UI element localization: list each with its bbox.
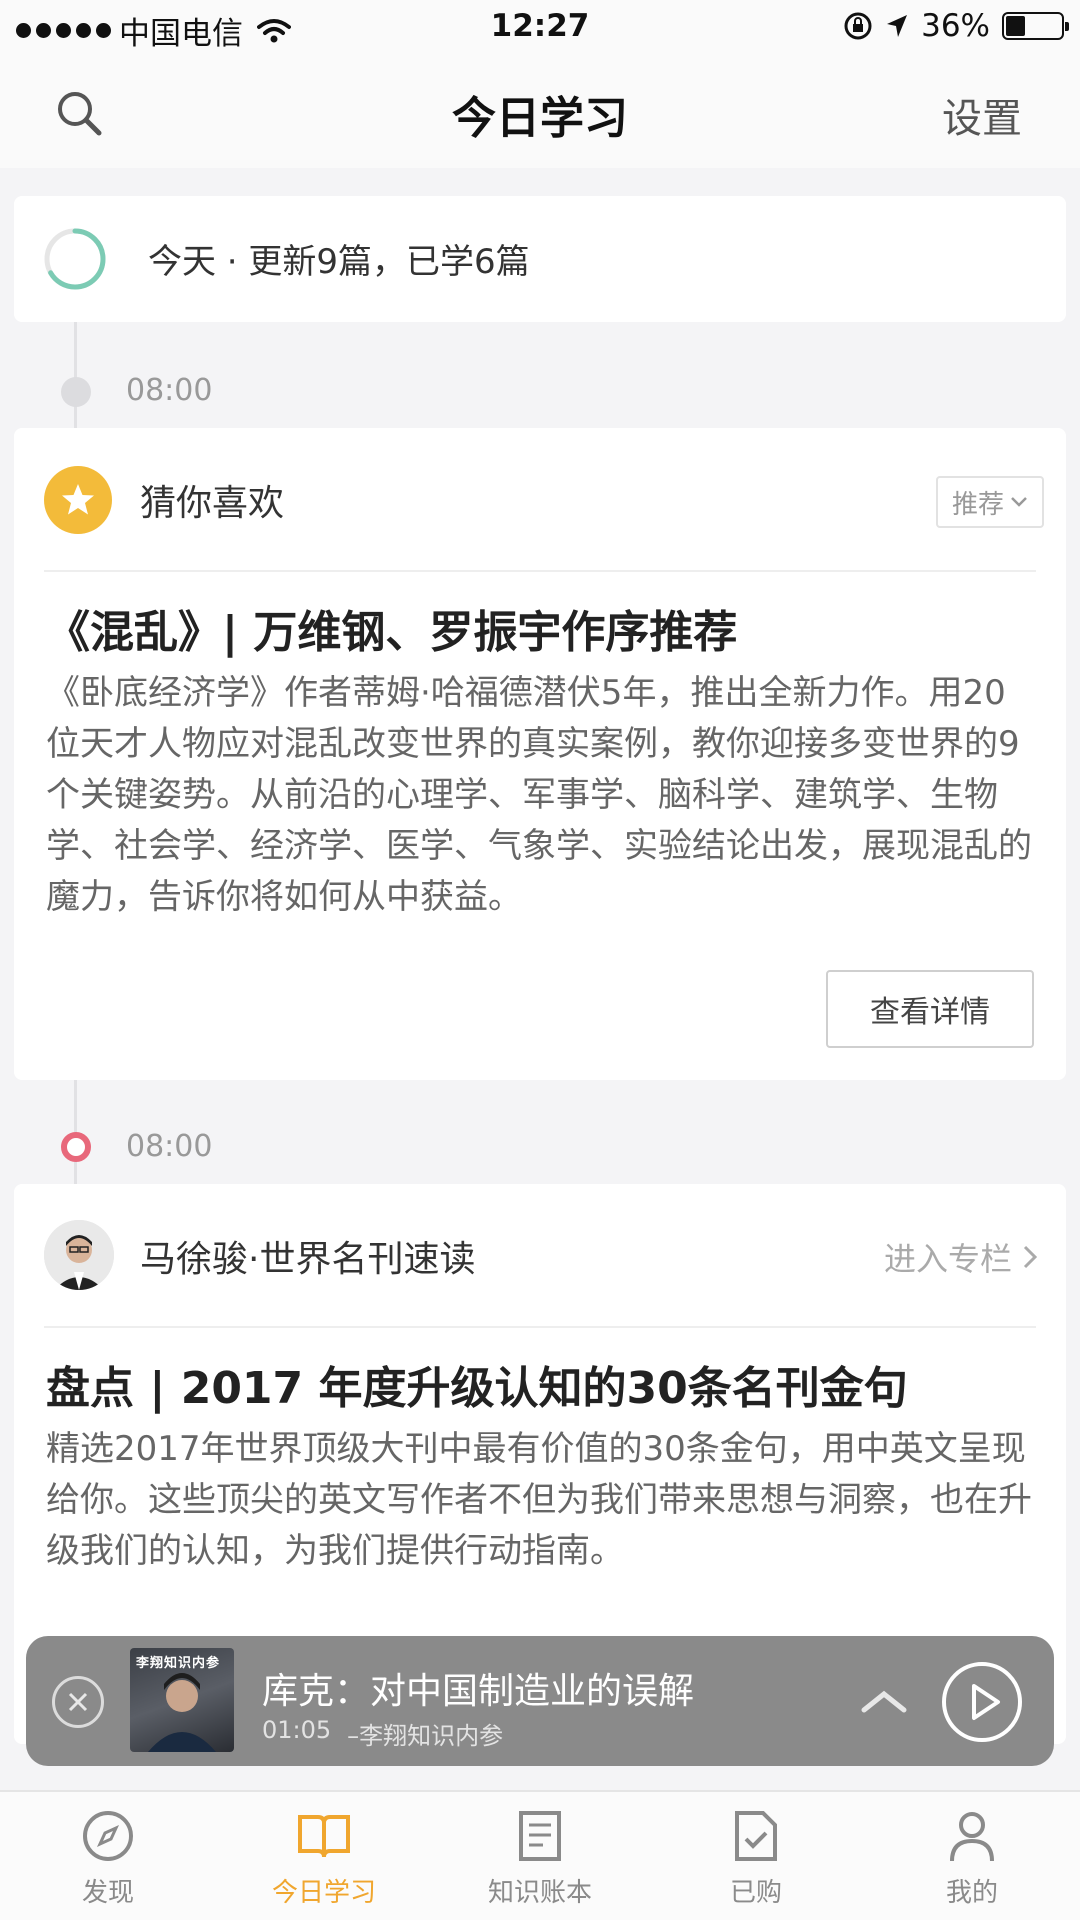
daily-summary-text: 今天 · 更新9篇，已学6篇 xyxy=(148,242,530,282)
view-details-button[interactable]: 查看详情 xyxy=(826,970,1034,1048)
close-icon xyxy=(68,1692,88,1712)
divider xyxy=(44,570,1036,572)
status-right: 36% xyxy=(843,8,1069,44)
tab-label: 我的 xyxy=(945,1878,998,1908)
enter-column-link[interactable]: 进入专栏 xyxy=(884,1234,1038,1280)
column-name: 马徐骏·世界名刊速读 xyxy=(140,1239,476,1280)
enter-column-label: 进入专栏 xyxy=(883,1240,1012,1278)
recommend-dropdown[interactable]: 推荐 xyxy=(935,476,1044,528)
tab-purchased[interactable]: 已购 xyxy=(648,1792,864,1920)
tab-today-study[interactable]: 今日学习 xyxy=(216,1792,432,1920)
top-navigation: 今日学习 设置 xyxy=(0,56,1080,168)
page-title: 今日学习 xyxy=(452,93,628,144)
timeline-dot-active xyxy=(61,1132,91,1162)
track-meta: 01:05 –李翔知识内参 xyxy=(262,1716,503,1751)
daily-summary-card[interactable]: 今天 · 更新9篇，已学6篇 xyxy=(14,196,1066,322)
close-player-button[interactable] xyxy=(52,1676,104,1728)
recommendation-card[interactable]: 猜你喜欢 推荐 《混乱》| 万维钢、罗振宇作序推荐 《卧底经济学》作者蒂姆·哈福… xyxy=(14,428,1066,1080)
track-elapsed-time: 01:05 xyxy=(262,1716,332,1744)
author-avatar xyxy=(44,1220,114,1290)
article-title[interactable]: 《混乱》| 万维钢、罗振宇作序推荐 xyxy=(46,596,1036,660)
purchased-icon xyxy=(728,1808,784,1864)
tab-knowledge-ledger[interactable]: 知识账本 xyxy=(432,1792,648,1920)
timeline-time: 08:00 xyxy=(126,1129,213,1164)
album-cover: 李翔知识内参 xyxy=(130,1648,234,1752)
settings-button[interactable]: 设置 xyxy=(942,86,1022,144)
article-title[interactable]: 盘点 | 2017 年度升级认知的30条名刊金句 xyxy=(46,1352,1036,1416)
battery-percent: 36% xyxy=(921,8,990,44)
tab-discover[interactable]: 发现 xyxy=(0,1792,216,1920)
battery-icon xyxy=(1002,12,1069,40)
tab-label: 已购 xyxy=(729,1878,782,1908)
compass-icon xyxy=(80,1808,136,1864)
audio-mini-player[interactable]: 李翔知识内参 库克：对中国制造业的误解 01:05 –李翔知识内参 xyxy=(26,1636,1054,1766)
card-header: 马徐骏·世界名刊速读 进入专栏 xyxy=(14,1184,1066,1326)
article-summary: 精选2017年世界顶级大刊中最有价值的30条金句，用中英文呈现给你。这些顶尖的英… xyxy=(46,1429,1032,1571)
track-author: –李翔知识内参 xyxy=(347,1722,504,1750)
progress-ring-icon xyxy=(44,228,106,290)
chevron-down-icon xyxy=(1011,497,1027,507)
status-bar: 中国电信 12:27 36% xyxy=(0,0,1080,56)
timeline-line xyxy=(74,322,77,428)
chevron-right-icon xyxy=(1023,1245,1038,1269)
tab-label: 发现 xyxy=(81,1878,134,1908)
tab-label: 今日学习 xyxy=(271,1878,376,1908)
bottom-tab-bar: 发现 今日学习 知识账本 已购 我的 xyxy=(0,1790,1080,1920)
tab-profile[interactable]: 我的 xyxy=(864,1792,1080,1920)
divider xyxy=(44,1326,1036,1328)
card-header: 猜你喜欢 推荐 xyxy=(14,428,1066,570)
location-arrow-icon xyxy=(887,15,908,37)
play-button[interactable] xyxy=(940,1660,1024,1744)
book-icon xyxy=(296,1808,352,1864)
article-summary: 《卧底经济学》作者蒂姆·哈福德潜伏5年，推出全新力作。用20位天才人物应对混乱改… xyxy=(46,673,1032,917)
profile-icon xyxy=(944,1808,1000,1864)
chevron-up-icon[interactable] xyxy=(854,1680,914,1720)
recommend-dropdown-label: 推荐 xyxy=(951,489,1004,520)
battery-level xyxy=(1006,16,1026,36)
star-icon xyxy=(44,466,112,534)
timeline-time: 08:00 xyxy=(126,373,213,408)
orientation-lock-icon xyxy=(844,12,872,40)
tab-label: 知识账本 xyxy=(487,1878,592,1908)
timeline-dot xyxy=(61,377,91,407)
track-title: 库克：对中国制造业的误解 xyxy=(262,1671,695,1712)
card-source-label: 猜你喜欢 xyxy=(140,483,285,524)
notebook-icon xyxy=(512,1808,568,1864)
